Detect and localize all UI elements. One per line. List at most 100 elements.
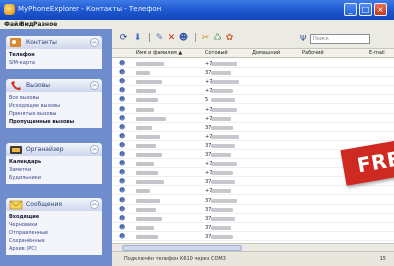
contact-name-redacted xyxy=(136,153,162,157)
contact-phone-redacted xyxy=(211,216,235,221)
table-row[interactable]: ☻ 37 xyxy=(112,69,394,78)
contact-name-redacted xyxy=(136,225,154,230)
group-contacts-title: Контакты xyxy=(26,39,57,46)
sync-icon[interactable]: ♺ xyxy=(212,33,223,44)
contact-icon: ☻ xyxy=(119,60,126,67)
sidebar-item-received[interactable]: Принятые вызовы xyxy=(9,110,99,118)
contact-name-redacted xyxy=(136,116,166,121)
contact-icon: ☻ xyxy=(119,105,126,113)
group-contacts-header[interactable]: Контакты ︽ xyxy=(6,36,102,49)
new-contact-icon[interactable]: ☻ xyxy=(178,33,189,44)
group-messages-title: Сообщения xyxy=(26,201,63,208)
contact-phone-redacted xyxy=(211,207,233,212)
contact-icon: ☻ xyxy=(119,151,126,158)
minimize-button[interactable]: _ xyxy=(344,3,357,16)
menu-misc[interactable]: Разное xyxy=(33,21,57,28)
phone-handset-icon xyxy=(11,81,21,91)
chevron-up-icon[interactable]: ︽ xyxy=(90,81,99,90)
search-input[interactable]: Поиск xyxy=(310,34,370,44)
chevron-up-icon[interactable]: ︽ xyxy=(90,145,99,154)
tools-icon[interactable]: ✂ xyxy=(200,33,211,44)
table-row[interactable]: ☻ 37 xyxy=(112,224,394,232)
refresh-icon[interactable]: ⟳ xyxy=(118,33,129,44)
sidebar-item-inbox[interactable]: Входящие xyxy=(9,213,99,221)
column-work[interactable]: Рабочий xyxy=(302,50,324,56)
contact-phone-redacted xyxy=(211,162,237,167)
sidebar-item-alarms[interactable]: Будильники xyxy=(9,174,99,182)
contact-phone-redacted xyxy=(211,143,235,148)
contact-icon: ☻ xyxy=(119,178,126,186)
search-filter-icon: Ψ xyxy=(300,34,307,43)
horizontal-scrollbar[interactable] xyxy=(112,243,394,251)
table-row[interactable]: ☻ 37 xyxy=(112,197,394,205)
table-row[interactable]: ☻ +7 xyxy=(112,87,394,96)
sidebar-item-sim[interactable]: SIM-карта xyxy=(9,59,99,67)
table-row[interactable]: ☻ 37 xyxy=(112,206,394,214)
contact-name-redacted xyxy=(136,216,162,221)
connection-status: Подключён телефон K610 через COM3 xyxy=(124,256,226,262)
contact-name-redacted xyxy=(136,171,158,176)
table-row[interactable]: ☻ +7 xyxy=(112,133,394,141)
contacts-icon xyxy=(10,38,21,47)
table-row[interactable]: ☻ +7 xyxy=(112,187,394,196)
contact-name-redacted xyxy=(136,143,156,148)
download-arrow-icon[interactable]: ⬇ xyxy=(132,33,143,44)
sidebar-item-drafts[interactable]: Черновики xyxy=(9,221,99,229)
sidebar-item-all-calls[interactable]: Все вызовы xyxy=(9,94,99,102)
contact-phone-redacted xyxy=(211,225,231,230)
menu-view[interactable]: Вид xyxy=(20,21,34,28)
contact-name-redacted xyxy=(136,198,160,203)
table-header: Имя и фамилия ▲ Сотовый Домашний Рабочий… xyxy=(112,49,394,58)
contact-phone-redacted xyxy=(211,98,235,103)
contact-name-redacted xyxy=(136,189,150,194)
sidebar-item-outgoing[interactable]: Исходящие вызовы xyxy=(9,102,99,110)
app-window: MyPhoneExplorer - Контакты - Телефон _ □… xyxy=(0,0,394,266)
settings-icon[interactable]: ✿ xyxy=(224,33,235,44)
contact-phone-redacted xyxy=(211,153,231,157)
column-name[interactable]: Имя и фамилия ▲ xyxy=(136,50,182,56)
contact-icon: ☻ xyxy=(119,141,126,149)
organizer-icon xyxy=(10,146,22,154)
table-row[interactable]: ☻ 37 xyxy=(112,215,394,223)
column-home[interactable]: Домашний xyxy=(252,50,280,56)
sidebar-item-missed[interactable]: Пропущенные вызовы xyxy=(9,118,99,126)
title-bar[interactable]: MyPhoneExplorer - Контакты - Телефон _ □… xyxy=(0,0,394,20)
chevron-up-icon[interactable]: ︽ xyxy=(90,200,99,209)
table-row[interactable]: ☻ +7 xyxy=(112,78,394,87)
menu-bar: Файл Вид Разное xyxy=(0,20,394,29)
column-email[interactable]: E-mail xyxy=(369,50,385,56)
column-mobile[interactable]: Сотовый xyxy=(205,50,228,56)
contact-icon: ☻ xyxy=(119,78,126,86)
table-row[interactable]: ☻ +7 xyxy=(112,115,394,123)
sidebar-item-sent[interactable]: Отправленные xyxy=(9,229,99,237)
envelope-icon xyxy=(9,200,23,210)
contact-count: 15 xyxy=(379,256,386,262)
maximize-button[interactable]: □ xyxy=(359,3,372,16)
window-title: MyPhoneExplorer - Контакты - Телефон xyxy=(18,5,162,13)
contact-phone-redacted xyxy=(211,107,237,112)
contact-icon: ☻ xyxy=(119,132,126,140)
chevron-up-icon[interactable]: ︽ xyxy=(90,38,99,47)
table-row[interactable]: ☻ +7 xyxy=(112,106,394,114)
sidebar-item-phone[interactable]: Телефон xyxy=(9,51,99,59)
column-name-label: Имя и фамилия xyxy=(136,50,177,56)
contact-phone-redacted xyxy=(211,80,239,85)
delete-icon[interactable]: ✕ xyxy=(166,33,177,44)
sidebar-item-calendar[interactable]: Календарь xyxy=(9,158,99,166)
contact-icon: ☻ xyxy=(119,187,126,195)
edit-pencil-icon[interactable]: ✎ xyxy=(154,33,165,44)
contact-icon: ☻ xyxy=(119,123,126,131)
table-row[interactable]: ☻ 37 xyxy=(112,233,394,241)
sidebar-item-notes[interactable]: Заметки xyxy=(9,166,99,174)
close-button[interactable]: × xyxy=(374,3,387,16)
sidebar-item-archive[interactable]: Архив (PC) xyxy=(9,245,99,253)
sidebar-item-saved[interactable]: Сохранённые xyxy=(9,237,99,245)
contact-icon: ☻ xyxy=(119,69,126,77)
contact-phone-redacted xyxy=(211,89,233,94)
group-messages-header[interactable]: Сообщения ︽ xyxy=(6,198,102,211)
group-calls-header[interactable]: Вызовы ︽ xyxy=(6,79,102,92)
table-row[interactable]: ☻ 37 xyxy=(112,124,394,132)
table-row[interactable]: ☻ +7 xyxy=(112,60,394,68)
group-organizer-header[interactable]: Органайзер ︽ xyxy=(6,143,102,156)
table-row[interactable]: ☻ 5 xyxy=(112,96,394,105)
